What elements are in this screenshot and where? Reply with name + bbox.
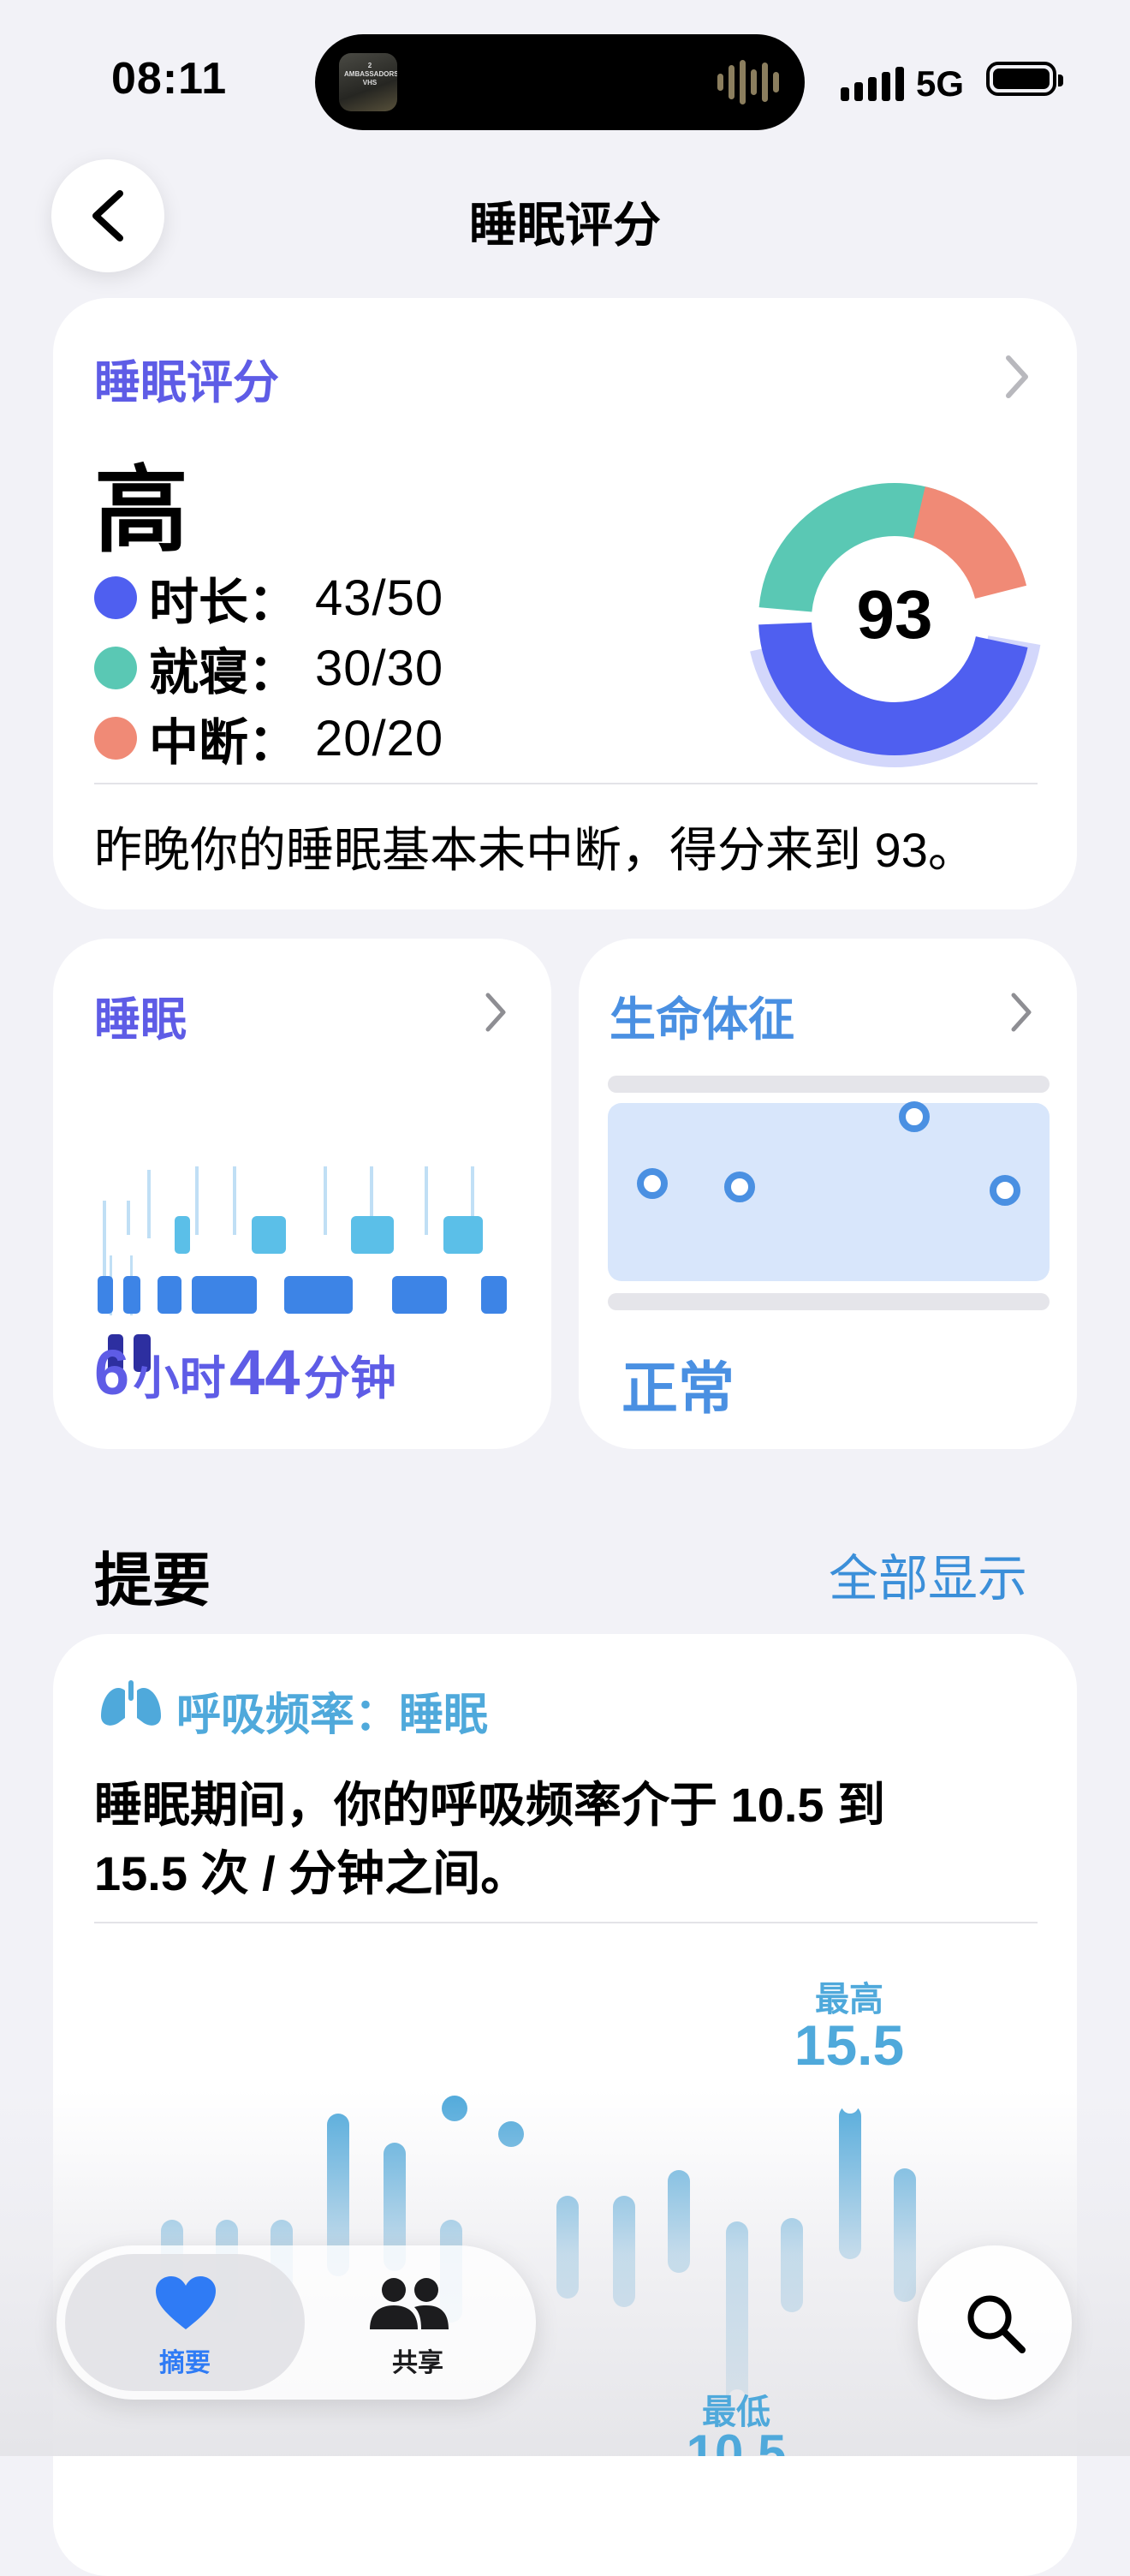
score-card-divider [94, 783, 1038, 784]
score-card-title: 睡眠评分 [94, 357, 279, 408]
now-playing-artwork: 2 AMBASSADORS VHS [339, 53, 397, 111]
battery-icon [986, 62, 1063, 96]
audio-waveform-icon [717, 60, 779, 104]
chevron-right-icon [485, 993, 506, 1032]
tab-sharing[interactable]: 共享 [310, 2254, 527, 2391]
vitals-status: 正常 [622, 1357, 734, 1420]
interruptions-dot [94, 717, 137, 760]
max-value: 15.5 [794, 2013, 905, 2077]
score-level: 高 [94, 458, 188, 564]
cellular-signal-icon [841, 67, 904, 101]
duration-dot [94, 576, 137, 619]
bedtime-dot [94, 647, 137, 689]
component-duration: 时长： 43/50 [94, 562, 443, 634]
highlights-title: 提要 [94, 1548, 211, 1613]
search-icon [967, 2295, 1026, 2353]
chevron-right-icon [1006, 355, 1028, 398]
dynamic-island[interactable]: 2 AMBASSADORS VHS [315, 34, 805, 130]
component-bedtime: 就寝： 30/30 [94, 632, 443, 704]
lungs-icon [101, 1680, 161, 1726]
page-title: 睡眠评分 [469, 198, 661, 252]
sleep-card-title: 睡眠 [94, 994, 187, 1046]
network-type: 5G [916, 63, 965, 104]
search-button[interactable] [918, 2245, 1072, 2400]
min-value: 10.5 [686, 2424, 787, 2456]
respiratory-description: 睡眠期间，你的呼吸频率介于 10.5 到 15.5 次 / 分钟之间。 [94, 1778, 886, 1900]
vitals-card-title: 生命体征 [610, 994, 794, 1046]
respiratory-title: 呼吸频率：睡眠 [176, 1690, 489, 1740]
chevron-right-icon [1011, 993, 1032, 1032]
respiratory-divider [94, 1922, 1038, 1923]
tab-bar: 摘要 共享 [56, 2245, 536, 2400]
component-interruptions: 中断： 20/20 [94, 702, 443, 774]
heart-icon [156, 2276, 216, 2329]
status-time: 08:11 [111, 54, 228, 104]
score-value: 93 [856, 576, 933, 653]
people-icon [370, 2278, 449, 2329]
score-summary: 昨晚你的睡眠基本未中断，得分来到 93。 [94, 823, 976, 877]
sleep-duration: 6 小时 44 分钟 [94, 1337, 396, 1408]
show-all-link[interactable]: 全部显示 [829, 1538, 1027, 1610]
tab-summary[interactable]: 摘要 [65, 2254, 305, 2391]
vitals-chart [608, 1076, 1050, 1310]
